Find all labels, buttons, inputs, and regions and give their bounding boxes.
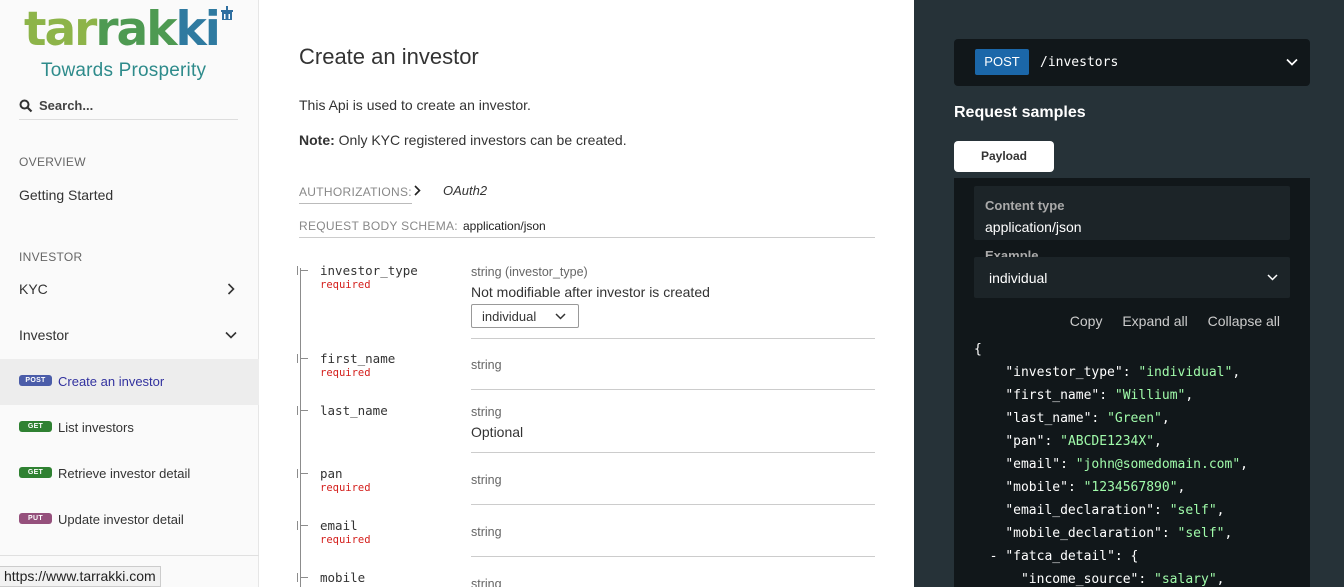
example-select-value: individual bbox=[989, 270, 1048, 286]
tree-branch bbox=[297, 406, 308, 415]
http-method-badge: POST bbox=[975, 49, 1029, 75]
copy-button[interactable]: Copy bbox=[1070, 313, 1103, 329]
payload-code: { "investor_type": "individual", "first_… bbox=[974, 342, 1248, 587]
tree-branch bbox=[297, 469, 308, 478]
divider bbox=[471, 452, 875, 453]
sidebar-op-retrieve-investor[interactable]: GET Retrieve investor detail bbox=[0, 451, 259, 497]
authorizations-value: OAuth2 bbox=[443, 183, 488, 198]
divider bbox=[471, 556, 875, 557]
logo-wordmark: tarrakki bbox=[24, 2, 221, 57]
sidebar-item-label: Investor bbox=[19, 327, 69, 343]
method-badge: PUT bbox=[19, 513, 52, 524]
method-badge: GET bbox=[19, 421, 52, 432]
sidebar-item-getting-started[interactable]: Getting Started bbox=[0, 173, 259, 219]
collapse-all-button[interactable]: Collapse all bbox=[1208, 313, 1280, 329]
endpoint-path: /investors bbox=[1040, 55, 1119, 70]
enum-select[interactable]: individual bbox=[471, 304, 579, 328]
divider bbox=[471, 504, 875, 505]
example-select[interactable]: individual bbox=[974, 257, 1290, 298]
logo[interactable]: tarrakki Towards Prosperity bbox=[24, 4, 240, 84]
field-name: email bbox=[320, 518, 358, 533]
enum-select-value: individual bbox=[482, 309, 537, 324]
status-bar-url: https://www.tarrakki.com bbox=[0, 566, 161, 587]
authorizations[interactable]: AUTHORIZATIONS: OAuth2 bbox=[299, 183, 487, 204]
method-badge: POST bbox=[19, 375, 52, 386]
sidebar-item-investor[interactable]: Investor bbox=[0, 313, 259, 359]
field-description: Optional bbox=[471, 424, 524, 440]
chevron-down-icon bbox=[225, 331, 237, 339]
section-label-investor: INVESTOR bbox=[19, 250, 83, 264]
note-text: Only KYC registered investors can be cre… bbox=[334, 132, 627, 148]
method-badge: GET bbox=[19, 467, 52, 478]
request-body-label: REQUEST BODY SCHEMA: bbox=[299, 219, 458, 233]
sidebar-op-label: Create an investor bbox=[58, 374, 165, 389]
logo-tagline: Towards Prosperity bbox=[41, 60, 207, 81]
tree-branch bbox=[297, 266, 308, 275]
request-body-value: application/json bbox=[463, 219, 546, 233]
sidebar-op-update-investor[interactable]: PUT Update investor detail bbox=[0, 497, 259, 543]
search-box[interactable]: Search... bbox=[19, 94, 238, 120]
sidebar-op-label: Retrieve investor detail bbox=[58, 466, 191, 481]
field-name: mobile bbox=[320, 570, 366, 585]
sidebar-item-label: KYC bbox=[19, 281, 48, 297]
field-name: pan bbox=[320, 466, 343, 481]
field-required: required bbox=[320, 367, 371, 379]
endpoint-selector[interactable]: POST /investors bbox=[954, 39, 1310, 86]
sample-toolbar: Copy Expand all Collapse all bbox=[1054, 313, 1280, 329]
content-type-label: Content type bbox=[985, 198, 1065, 213]
field-name: last_name bbox=[320, 403, 388, 418]
chevron-down-icon bbox=[555, 313, 566, 320]
field-type: string bbox=[471, 525, 502, 539]
field-description: Not modifiable after investor is created bbox=[471, 284, 710, 300]
sidebar-op-list-investors[interactable]: GET List investors bbox=[0, 405, 259, 451]
sidebar-item-label: Getting Started bbox=[19, 187, 114, 203]
tab-payload[interactable]: Payload bbox=[954, 141, 1054, 172]
page-title: Create an investor bbox=[299, 44, 479, 69]
request-body-schema: REQUEST BODY SCHEMA: application/json bbox=[299, 219, 875, 238]
section-label-overview: OVERVIEW bbox=[19, 155, 86, 169]
field-type: string bbox=[471, 473, 502, 487]
logo-crown-icon bbox=[221, 6, 233, 20]
sidebar-item-kyc[interactable]: KYC bbox=[0, 267, 259, 313]
operation-description: This Api is used to create an investor. bbox=[299, 97, 531, 113]
tree-branch bbox=[297, 573, 308, 582]
field-type: string bbox=[471, 358, 502, 372]
divider bbox=[471, 389, 875, 390]
chevron-right-icon[interactable] bbox=[414, 185, 421, 196]
field-tree-line bbox=[300, 268, 301, 587]
authorizations-label: AUTHORIZATIONS: bbox=[299, 185, 412, 204]
sidebar-op-create-investor[interactable]: POST Create an investor bbox=[0, 359, 259, 405]
field-name: investor_type bbox=[320, 263, 418, 278]
field-required: required bbox=[320, 279, 371, 291]
tree-branch bbox=[297, 521, 308, 530]
content-type-box: Content type application/json bbox=[974, 186, 1290, 240]
chevron-down-icon bbox=[1267, 274, 1278, 281]
search-input[interactable]: Search... bbox=[39, 98, 93, 113]
collapse-toggle[interactable]: - bbox=[990, 549, 998, 564]
chevron-down-icon bbox=[1286, 58, 1298, 66]
note-label: Note: bbox=[299, 132, 335, 148]
expand-all-button[interactable]: Expand all bbox=[1122, 313, 1187, 329]
field-required: required bbox=[320, 482, 371, 494]
search-icon bbox=[19, 99, 33, 113]
request-sample-box: Content type application/json Example in… bbox=[954, 178, 1310, 587]
field-name: first_name bbox=[320, 351, 396, 366]
tree-branch bbox=[297, 354, 308, 363]
field-required: required bbox=[320, 534, 371, 546]
chevron-right-icon bbox=[227, 283, 235, 295]
operation-note: Note: Only KYC registered investors can … bbox=[299, 132, 627, 148]
divider bbox=[0, 555, 259, 556]
sidebar: tarrakki Towards Prosperity Search... OV… bbox=[0, 0, 259, 587]
divider bbox=[471, 338, 875, 339]
sidebar-op-label: Update investor detail bbox=[58, 512, 184, 527]
request-samples-title: Request samples bbox=[954, 104, 1086, 121]
sidebar-op-label: List investors bbox=[58, 420, 134, 435]
content-type-value: application/json bbox=[985, 219, 1082, 235]
field-type: string bbox=[471, 405, 502, 419]
main-content: Create an investor This Api is used to c… bbox=[259, 0, 914, 587]
field-type: string bbox=[471, 577, 502, 587]
right-panel: POST /investors Request samples Payload … bbox=[914, 0, 1344, 587]
field-type: string (investor_type) bbox=[471, 265, 588, 279]
